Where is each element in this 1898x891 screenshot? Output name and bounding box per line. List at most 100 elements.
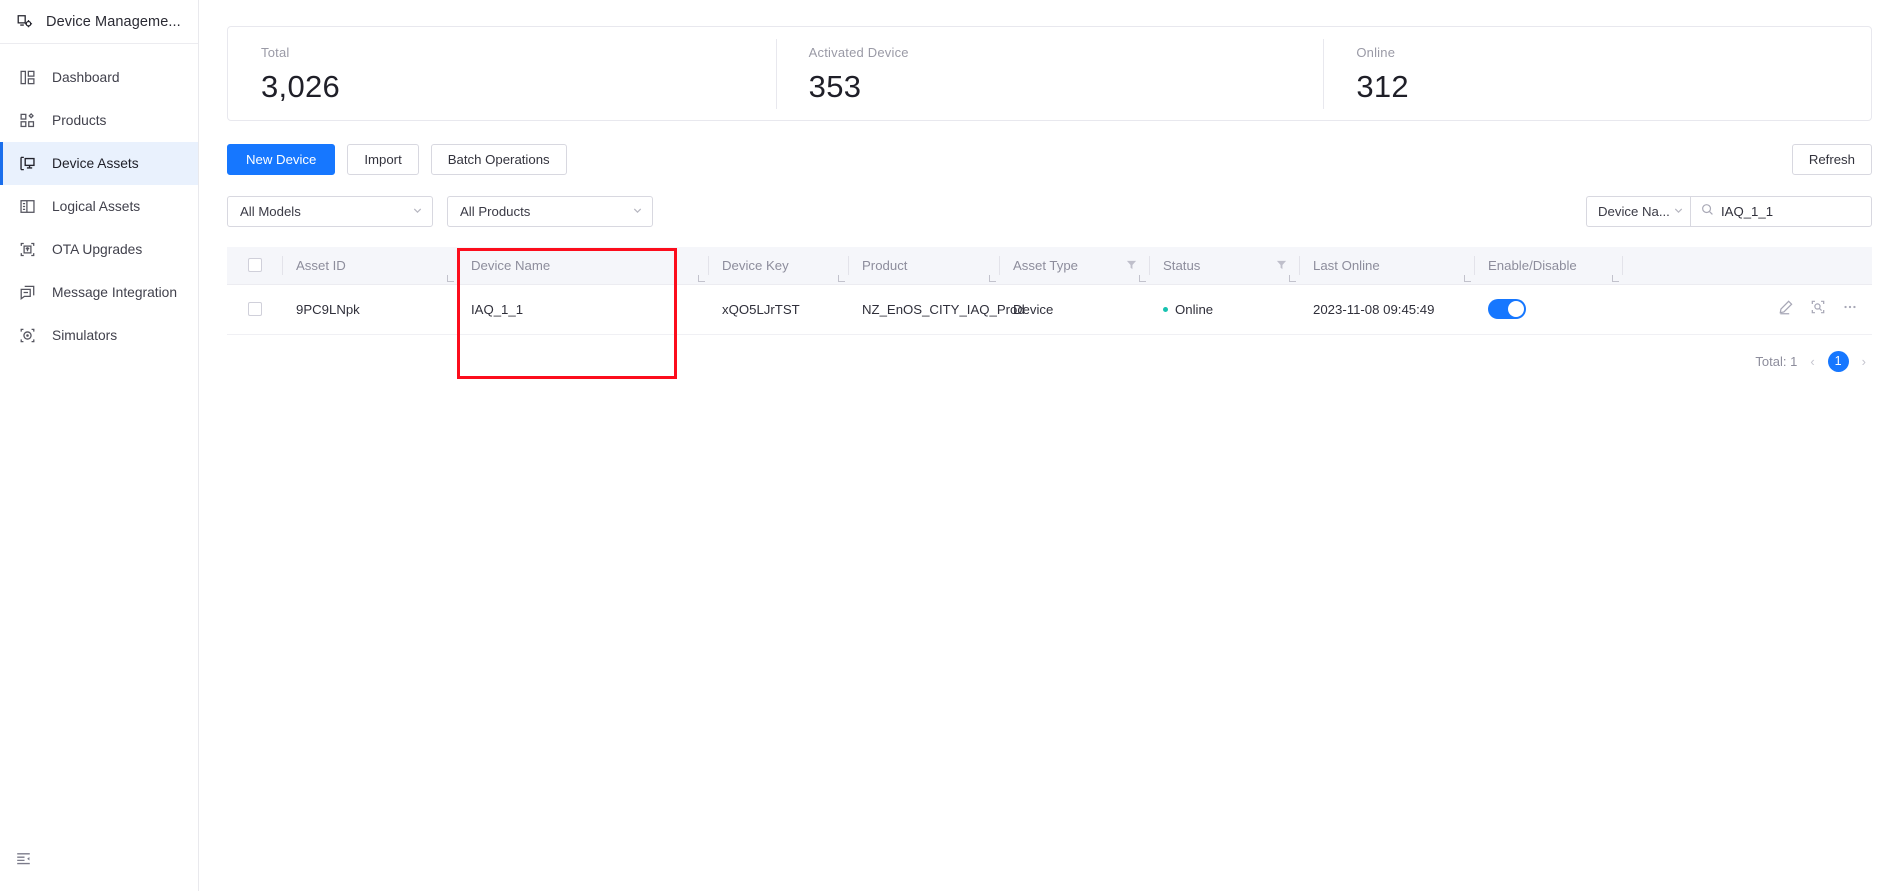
sidebar-item-simulators[interactable]: Simulators: [0, 314, 198, 357]
stat-value: 3,026: [261, 69, 776, 105]
app-title: Device Manageme...: [46, 14, 181, 30]
stat-online: Online 312: [1323, 27, 1871, 120]
enable-disable-toggle[interactable]: [1488, 299, 1526, 319]
new-device-button[interactable]: New Device: [227, 144, 335, 175]
toolbar: New Device Import Batch Operations Refre…: [227, 144, 1872, 175]
search-group: Device Na...: [1586, 196, 1872, 227]
page-number-1[interactable]: 1: [1828, 351, 1849, 372]
sidebar-item-device-assets[interactable]: Device Assets: [0, 142, 198, 185]
th-asset-type[interactable]: Asset Type: [999, 247, 1149, 284]
th-label: Asset Type: [1013, 258, 1126, 273]
search-field-select[interactable]: Device Na...: [1586, 196, 1690, 227]
th-device-key[interactable]: Device Key: [708, 247, 848, 284]
cell-asset-type: Device: [999, 284, 1149, 334]
stat-value: 353: [809, 69, 1324, 105]
sidebar-item-products[interactable]: Products: [0, 99, 198, 142]
stats-card: Total 3,026 Activated Device 353 Online …: [227, 26, 1872, 121]
column-resize-handle[interactable]: [989, 275, 996, 282]
models-select-value: All Models: [240, 204, 412, 219]
collapse-sidebar-icon[interactable]: [15, 850, 32, 872]
th-enable-disable[interactable]: Enable/Disable: [1474, 247, 1622, 284]
sidebar-header: Device Manageme...: [0, 0, 198, 44]
sidebar-item-ota-upgrades[interactable]: OTA Upgrades: [0, 228, 198, 271]
cell-status: Online: [1149, 284, 1299, 334]
status-dot-icon: [1163, 307, 1168, 312]
th-label: Enable/Disable: [1488, 258, 1622, 273]
column-resize-handle[interactable]: [838, 275, 845, 282]
search-input[interactable]: [1721, 204, 1861, 219]
edit-icon[interactable]: [1778, 299, 1794, 320]
cell-product: NZ_EnOS_CITY_IAQ_Prod: [848, 284, 999, 334]
sidebar: Device Manageme... Dashboard: [0, 0, 199, 891]
th-last-online[interactable]: Last Online: [1299, 247, 1474, 284]
products-select[interactable]: All Products: [447, 196, 653, 227]
device-management-icon: [16, 13, 33, 30]
batch-operations-button[interactable]: Batch Operations: [431, 144, 567, 175]
pagination-total: Total: 1: [1755, 354, 1797, 369]
sidebar-item-message-integration[interactable]: Message Integration: [0, 271, 198, 314]
filter-icon[interactable]: [1276, 258, 1287, 273]
table-row[interactable]: 9PC9LNpk IAQ_1_1 xQO5LJrTST NZ_EnOS_CITY…: [227, 284, 1872, 334]
cell-last-online: 2023-11-08 09:45:49: [1299, 284, 1474, 334]
message-integration-icon: [19, 284, 36, 301]
th-label: Status: [1163, 258, 1276, 273]
row-checkbox[interactable]: [248, 302, 262, 316]
th-status[interactable]: Status: [1149, 247, 1299, 284]
logical-assets-icon: [19, 198, 36, 215]
import-button[interactable]: Import: [347, 144, 418, 175]
th-device-name[interactable]: Device Name: [457, 247, 708, 284]
search-field-value: Device Na...: [1598, 204, 1673, 219]
sidebar-item-dashboard[interactable]: Dashboard: [0, 56, 198, 99]
cell-enable-disable[interactable]: [1474, 284, 1622, 334]
th-label: Product: [862, 258, 999, 273]
cell-actions: [1622, 284, 1872, 334]
dashboard-icon: [19, 69, 36, 86]
column-resize-handle[interactable]: [1139, 275, 1146, 282]
chevron-down-icon: [632, 204, 643, 219]
th-actions: [1622, 247, 1872, 284]
sidebar-item-logical-assets[interactable]: Logical Assets: [0, 185, 198, 228]
stat-label: Online: [1356, 45, 1871, 60]
view-detail-icon[interactable]: [1810, 299, 1826, 320]
select-all-checkbox[interactable]: [248, 258, 262, 272]
products-select-value: All Products: [460, 204, 632, 219]
sidebar-item-label: Logical Assets: [52, 199, 140, 214]
stat-label: Total: [261, 45, 776, 60]
th-product[interactable]: Product: [848, 247, 999, 284]
main-content: Total 3,026 Activated Device 353 Online …: [199, 0, 1898, 891]
status-badge: Online: [1175, 300, 1213, 319]
th-select-all[interactable]: [227, 247, 282, 284]
th-label: Device Name: [471, 258, 708, 273]
more-actions-icon[interactable]: [1842, 299, 1858, 320]
sidebar-footer: [0, 831, 198, 891]
refresh-button[interactable]: Refresh: [1792, 144, 1872, 175]
column-resize-handle[interactable]: [1289, 275, 1296, 282]
models-select[interactable]: All Models: [227, 196, 433, 227]
filter-icon[interactable]: [1126, 258, 1137, 273]
column-resize-handle[interactable]: [1612, 275, 1619, 282]
column-resize-handle[interactable]: [1464, 275, 1471, 282]
sidebar-item-label: OTA Upgrades: [52, 242, 142, 257]
row-checkbox-cell[interactable]: [227, 284, 282, 334]
sidebar-item-label: Device Assets: [52, 156, 139, 171]
table-header-row: Asset ID Device Name Device Key Product: [227, 247, 1872, 284]
stat-value: 312: [1356, 69, 1871, 105]
stat-label: Activated Device: [809, 45, 1324, 60]
sidebar-item-label: Dashboard: [52, 70, 120, 85]
th-label: Device Key: [722, 258, 848, 273]
stat-activated-device: Activated Device 353: [776, 27, 1324, 120]
chevron-left-icon[interactable]: ‹: [1808, 354, 1816, 369]
device-assets-icon: [19, 155, 36, 172]
column-resize-handle[interactable]: [698, 275, 705, 282]
chevron-right-icon[interactable]: ›: [1860, 354, 1868, 369]
search-box[interactable]: [1690, 196, 1872, 227]
simulators-icon: [19, 327, 36, 344]
column-resize-handle[interactable]: [447, 275, 454, 282]
th-asset-id[interactable]: Asset ID: [282, 247, 457, 284]
sidebar-item-label: Products: [52, 113, 106, 128]
cell-device-key: xQO5LJrTST: [708, 284, 848, 334]
device-table: Asset ID Device Name Device Key Product: [227, 247, 1872, 335]
pagination: Total: 1 ‹ 1 ›: [227, 351, 1872, 372]
stat-total: Total 3,026: [228, 27, 776, 120]
chevron-down-icon: [1673, 204, 1684, 219]
